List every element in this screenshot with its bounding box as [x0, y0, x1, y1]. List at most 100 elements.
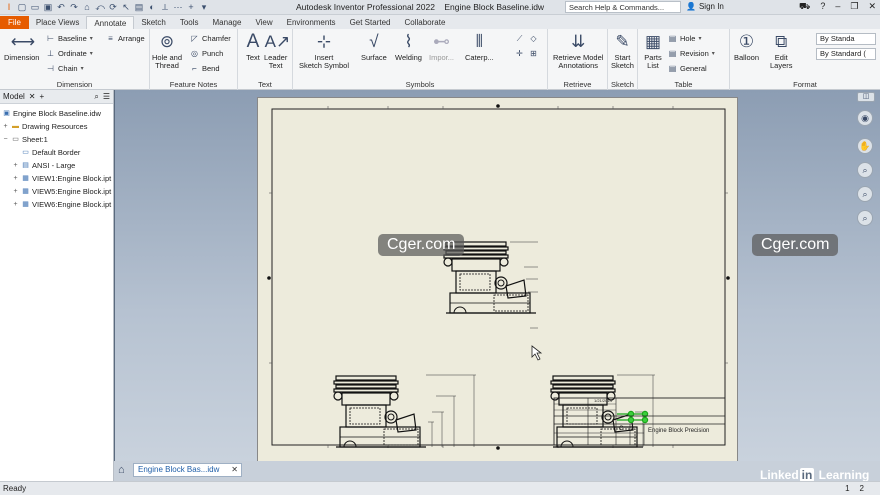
browser-menu-icon[interactable]: ☰ [103, 92, 113, 101]
leader-text-button[interactable]: A↗ Leader Text [264, 32, 290, 70]
close-icon[interactable]: ✕ [868, 1, 876, 13]
tree-item-view6[interactable]: + ▦ VIEW6:Engine Block.ipt [12, 200, 111, 209]
tree-item-title-block[interactable]: + ▤ ANSI - Large [12, 161, 75, 170]
general-table-button[interactable]: ▤ General [668, 64, 707, 73]
steering-wheel-icon[interactable]: ◉ [857, 110, 873, 126]
return-icon[interactable]: ⤺ [95, 2, 105, 12]
center-mark-button[interactable]: ⊞ [529, 49, 538, 58]
expand-icon[interactable]: + [12, 175, 19, 182]
style-select[interactable]: By Standa [816, 33, 876, 45]
measure-icon[interactable]: ⟂ [160, 2, 170, 12]
zoom-icon[interactable]: ⌕ [857, 162, 873, 178]
home-icon[interactable]: ⌂ [82, 2, 92, 12]
close-browser-icon[interactable]: ✕ [29, 92, 36, 101]
hole-table-button[interactable]: ▤ Hole ▾ [668, 34, 702, 43]
pattern-icon[interactable]: ⋯ [173, 2, 183, 12]
minimize-icon[interactable]: – [835, 1, 840, 13]
tab-annotate[interactable]: Annotate [86, 16, 135, 29]
tab-view[interactable]: View [248, 16, 279, 29]
tab-manage[interactable]: Manage [206, 16, 249, 29]
save-icon[interactable]: ▣ [43, 2, 53, 12]
tree-item-document[interactable]: ▣ Engine Block Baseline.idw [2, 109, 101, 118]
expand-icon[interactable]: + [2, 123, 9, 130]
feature-control-icon: ◇ [530, 34, 537, 43]
open-file-icon[interactable]: ▭ [30, 2, 40, 12]
surface-button[interactable]: √ Surface [361, 32, 387, 62]
inventor-logo-icon[interactable]: I [4, 2, 14, 12]
tab-collaborate[interactable]: Collaborate [397, 16, 452, 29]
datum-button[interactable]: ⟋ [515, 34, 524, 43]
import-button[interactable]: ⊷ Impor... [429, 32, 454, 62]
zoom-window-icon[interactable]: ⌕ [857, 186, 873, 202]
close-tab-icon[interactable]: ✕ [231, 464, 238, 476]
ribbon: ⟷ Dimension ⊢ Baseline ▾ ⊥ Ordinate ▾ ⊣ … [0, 29, 880, 90]
chamfer-button[interactable]: ◸ Chamfer [190, 34, 230, 43]
drawing-sheet[interactable]: 1/21/2014 C Engine Block Precision [257, 97, 738, 462]
feature-control-button[interactable]: ◇ [529, 34, 538, 43]
new-file-icon[interactable]: ▢ [17, 2, 27, 12]
tree-item-drawing-resources[interactable]: + ▬ Drawing Resources [2, 122, 87, 131]
text-button[interactable]: A Text [242, 32, 264, 62]
caterpillar-button[interactable]: ⫴ Caterp... [465, 32, 494, 62]
centerline-button[interactable]: ✛ [515, 49, 524, 58]
tab-get-started[interactable]: Get Started [343, 16, 398, 29]
arrange-button[interactable]: ≡ Arrange [106, 34, 145, 43]
balloon-button[interactable]: ① Balloon [734, 32, 759, 62]
edit-layers-button[interactable]: ⧉ Edit Layers [770, 32, 793, 70]
insert-sketch-symbol-button[interactable]: ⊹ Insert Sketch Symbol [299, 32, 349, 70]
redo-icon[interactable]: ↷ [69, 2, 79, 12]
drawing-view-5[interactable] [333, 374, 476, 448]
tab-sketch[interactable]: Sketch [134, 16, 172, 29]
add-icon[interactable]: + [186, 2, 196, 12]
tree-item-view1[interactable]: + ▦ VIEW1:Engine Block.ipt [12, 174, 111, 183]
expand-icon[interactable]: + [12, 162, 19, 169]
tree-item-default-border[interactable]: ▭ Default Border [12, 148, 80, 157]
start-sketch-button[interactable]: ✎ Start Sketch [611, 32, 634, 70]
hole-thread-button[interactable]: ⊚ Hole and Thread [152, 32, 182, 70]
add-browser-icon[interactable]: + [40, 92, 45, 101]
tab-file[interactable]: File [0, 16, 29, 29]
drawing-view-6[interactable] [550, 374, 655, 448]
nav-bar-toggle-icon[interactable]: ◫ [857, 92, 875, 102]
expand-icon[interactable]: + [12, 188, 19, 195]
caterpillar-label: Caterp... [465, 53, 494, 62]
tree-item-sheet[interactable]: − ▭ Sheet:1 [2, 135, 47, 144]
sign-in-button[interactable]: 👤 Sign In [686, 2, 724, 11]
properties-icon[interactable]: ▤ [134, 2, 144, 12]
select-icon[interactable]: ↖ [121, 2, 131, 12]
punch-button[interactable]: ◎ Punch [190, 49, 223, 58]
page-number-1[interactable]: 1 [845, 482, 849, 495]
document-tab[interactable]: Engine Block Bas...idw ✕ [133, 463, 242, 477]
chain-button[interactable]: ⊣ Chain ▾ [46, 64, 84, 73]
tab-place-views[interactable]: Place Views [29, 16, 86, 29]
tab-environments[interactable]: Environments [280, 16, 343, 29]
parts-list-button[interactable]: ▦ Parts List [642, 32, 664, 70]
feature-notes-panel-label: Feature Notes [169, 80, 218, 89]
undo-icon[interactable]: ↶ [56, 2, 66, 12]
graphics-window[interactable]: 1/21/2014 C Engine Block Precision Cger.… [115, 90, 880, 462]
baseline-button[interactable]: ⊢ Baseline ▾ [46, 34, 93, 43]
cart-icon[interactable]: ⛟ [799, 1, 810, 13]
qat-dropdown-icon[interactable]: ▾ [199, 2, 209, 12]
revision-table-button[interactable]: ▤ Revision ▾ [668, 49, 715, 58]
collapse-icon[interactable]: − [2, 136, 9, 143]
appearance-icon[interactable]: ◐ [147, 2, 157, 12]
pan-icon[interactable]: ✋ [857, 138, 873, 154]
home-icon[interactable]: ⌂ [118, 464, 125, 476]
tree-item-view5[interactable]: + ▦ VIEW5:Engine Block.ipt [12, 187, 111, 196]
search-browser-icon[interactable]: ⌕ [94, 92, 98, 102]
zoom-all-icon[interactable]: ⌕ [857, 210, 873, 226]
search-input[interactable]: Search Help & Commands... [565, 1, 681, 13]
retrieve-annotations-button[interactable]: ⇊ Retrieve Model Annotations [553, 32, 603, 70]
restore-icon[interactable]: ❐ [850, 1, 858, 13]
layer-select[interactable]: By Standard ( [816, 48, 876, 60]
tab-tools[interactable]: Tools [173, 16, 206, 29]
update-icon[interactable]: ⟳ [108, 2, 118, 12]
welding-button[interactable]: ⌇ Welding [395, 32, 422, 62]
dimension-button[interactable]: ⟷ Dimension [4, 32, 39, 62]
bend-button[interactable]: ⌐ Bend [190, 64, 219, 73]
ordinate-button[interactable]: ⊥ Ordinate ▾ [46, 49, 93, 58]
page-number-2[interactable]: 2 [860, 482, 864, 495]
help-icon[interactable]: ? [820, 1, 825, 13]
expand-icon[interactable]: + [12, 201, 19, 208]
